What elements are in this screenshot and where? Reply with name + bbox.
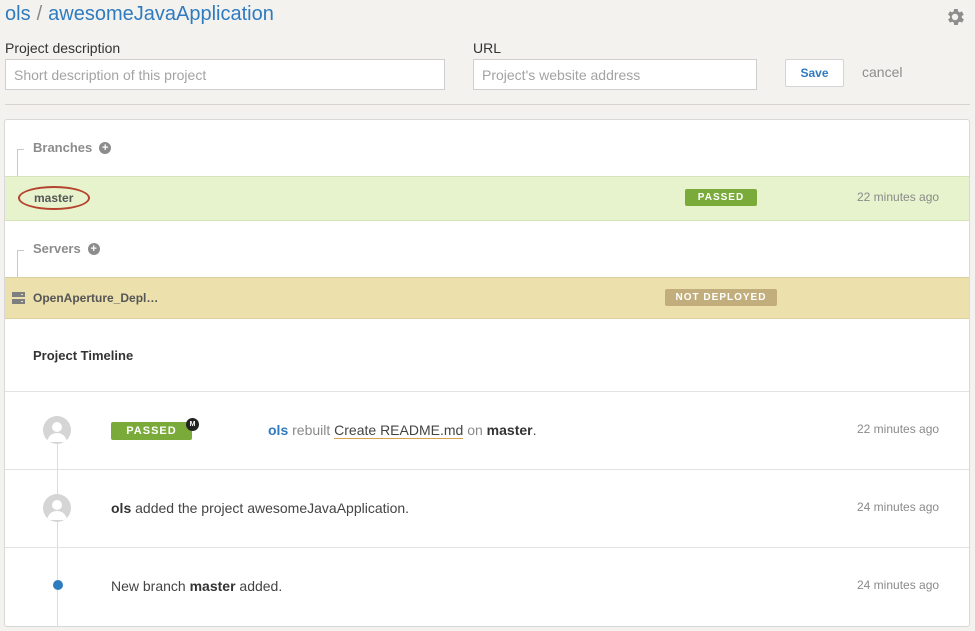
branch-time: 22 minutes ago bbox=[857, 190, 940, 204]
event-prefix: New branch bbox=[111, 578, 186, 594]
manual-marker-badge: M bbox=[186, 418, 199, 431]
divider bbox=[5, 104, 970, 105]
timeline-title: Project Timeline bbox=[33, 348, 134, 363]
breadcrumb: ols / awesomeJavaApplication bbox=[5, 3, 274, 26]
user-avatar-icon bbox=[47, 422, 67, 442]
event-branch[interactable]: master bbox=[190, 578, 236, 594]
timeline-line bbox=[57, 430, 58, 626]
commit-link[interactable]: Create README.md bbox=[334, 422, 464, 439]
servers-heading: Servers + bbox=[33, 241, 100, 256]
event-text-rebuild: ols rebuilt Create README.md on master. bbox=[268, 422, 537, 439]
project-card: Branches + master PASSED 22 minutes ago … bbox=[4, 119, 970, 627]
event-time: 22 minutes ago bbox=[857, 422, 940, 436]
url-input[interactable] bbox=[473, 59, 757, 90]
timeline-divider bbox=[5, 391, 969, 392]
event-status-badge: PASSED bbox=[111, 422, 192, 440]
breadcrumb-separator: / bbox=[36, 3, 43, 25]
save-button[interactable]: Save bbox=[785, 59, 844, 87]
add-branch-plus-icon[interactable]: + bbox=[99, 141, 112, 154]
event-action: rebuilt bbox=[292, 422, 331, 438]
event-text-new-branch: New branch master added. bbox=[111, 578, 282, 594]
branch-status-badge: PASSED bbox=[685, 189, 757, 206]
server-status-badge: NOT DEPLOYED bbox=[665, 289, 777, 306]
event-description: added the project awesomeJavaApplication… bbox=[135, 500, 410, 516]
avatar bbox=[43, 494, 71, 522]
avatar bbox=[43, 416, 71, 444]
branches-heading: Branches + bbox=[33, 140, 112, 155]
breadcrumb-project-link[interactable]: awesomeJavaApplication bbox=[48, 3, 274, 25]
event-time: 24 minutes ago bbox=[857, 578, 940, 592]
servers-tree-tick bbox=[17, 250, 24, 251]
branch-row-master[interactable]: master PASSED 22 minutes ago bbox=[5, 176, 969, 221]
breadcrumb-owner-link[interactable]: ols bbox=[5, 3, 31, 25]
event-text-added-project: ols added the project awesomeJavaApplica… bbox=[111, 500, 409, 516]
gear-icon[interactable] bbox=[944, 6, 966, 28]
event-suffix: added. bbox=[239, 578, 283, 594]
branches-heading-label: Branches bbox=[33, 140, 93, 155]
event-divider bbox=[5, 469, 969, 470]
servers-heading-label: Servers bbox=[33, 241, 81, 256]
event-time: 24 minutes ago bbox=[857, 500, 940, 514]
event-preposition: on bbox=[467, 422, 483, 438]
project-description-label: Project description bbox=[5, 40, 121, 56]
user-avatar-icon bbox=[47, 500, 67, 520]
server-row[interactable]: OpenAperture_Depl… NOT DEPLOYED bbox=[5, 277, 969, 319]
server-name[interactable]: OpenAperture_Depl… bbox=[33, 291, 158, 305]
event-branch[interactable]: master bbox=[487, 422, 533, 438]
event-user[interactable]: ols bbox=[111, 500, 131, 516]
branch-name[interactable]: master bbox=[18, 186, 90, 210]
branches-tree-tick bbox=[17, 149, 24, 150]
cancel-link[interactable]: cancel bbox=[862, 64, 902, 80]
event-end: . bbox=[532, 422, 537, 438]
event-user-link[interactable]: ols bbox=[268, 422, 288, 438]
event-divider bbox=[5, 547, 969, 548]
project-description-input[interactable] bbox=[5, 59, 445, 90]
server-icon bbox=[12, 292, 25, 304]
url-label: URL bbox=[473, 40, 502, 56]
add-server-plus-icon[interactable]: + bbox=[87, 242, 100, 255]
branch-event-dot-icon bbox=[53, 580, 63, 590]
